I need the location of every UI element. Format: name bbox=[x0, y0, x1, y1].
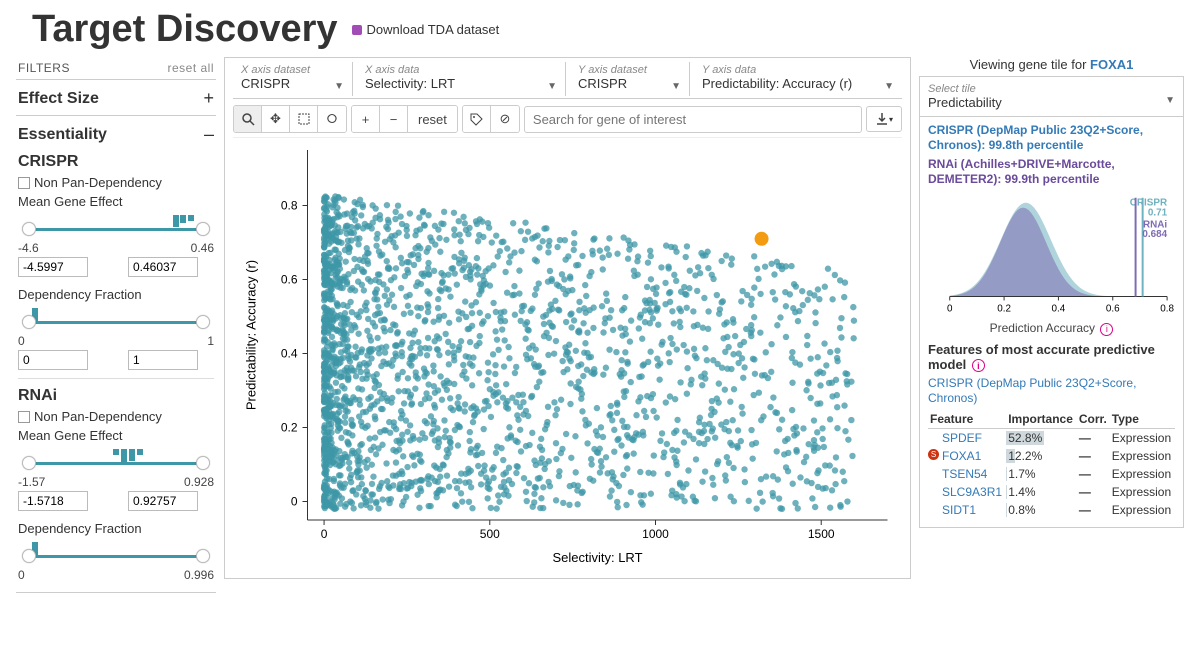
chevron-down-icon: ▼ bbox=[671, 81, 681, 92]
zoom-out-button[interactable]: − bbox=[380, 106, 408, 132]
table-row[interactable]: SPDEF52.8%—Expression bbox=[928, 429, 1175, 448]
download-plot-button[interactable]: ▾ bbox=[866, 106, 902, 132]
svg-text:0.684: 0.684 bbox=[1142, 229, 1167, 240]
svg-text:0.71: 0.71 bbox=[1148, 207, 1168, 218]
svg-text:0.6: 0.6 bbox=[281, 273, 298, 287]
crispr-mge-max-input[interactable] bbox=[128, 257, 198, 277]
rnai-dep-label: Dependency Fraction bbox=[18, 521, 214, 536]
x-dataset-select[interactable]: X axis dataset CRISPR ▼ bbox=[233, 62, 353, 96]
filters-title: FILTERS bbox=[18, 61, 70, 75]
svg-text:0.8: 0.8 bbox=[1160, 303, 1174, 314]
svg-text:0.2: 0.2 bbox=[281, 421, 298, 435]
minus-icon: – bbox=[204, 124, 214, 145]
svg-text:1000: 1000 bbox=[642, 527, 669, 541]
section-effect-size[interactable]: Effect Size + bbox=[16, 86, 216, 111]
svg-text:Predictability: Accuracy (r): Predictability: Accuracy (r) bbox=[244, 260, 259, 410]
feature-gene[interactable]: TSEN54 bbox=[928, 465, 1006, 483]
crispr-percentile-link[interactable]: CRISPR (DepMap Public 23Q2+Score, Chrono… bbox=[928, 123, 1175, 153]
main-panel: X axis dataset CRISPR ▼ X axis data Sele… bbox=[224, 57, 911, 579]
svg-text:0.4: 0.4 bbox=[281, 347, 298, 361]
rnai-mge-slider[interactable] bbox=[18, 449, 214, 477]
y-dataset-select[interactable]: Y axis dataset CRISPR ▼ bbox=[570, 62, 690, 96]
zoom-reset-button[interactable]: reset bbox=[408, 106, 457, 132]
rnai-percentile-link[interactable]: RNAi (Achilles+DRIVE+Marcotte, DEMETER2)… bbox=[928, 157, 1175, 187]
zoom-tool[interactable] bbox=[234, 106, 262, 132]
filters-reset[interactable]: reset all bbox=[167, 61, 214, 75]
svg-text:0: 0 bbox=[947, 303, 953, 314]
rnai-label: RNAi bbox=[18, 387, 214, 405]
svg-text:0.8: 0.8 bbox=[281, 199, 298, 213]
svg-text:0: 0 bbox=[291, 495, 298, 509]
info-icon[interactable]: i bbox=[1100, 323, 1113, 336]
svg-text:Selectivity: LRT: Selectivity: LRT bbox=[552, 550, 642, 565]
svg-text:0.6: 0.6 bbox=[1106, 303, 1120, 314]
feature-gene[interactable]: FOXA1 bbox=[928, 447, 1006, 465]
rnai-mge-min-input[interactable] bbox=[18, 491, 88, 511]
select-tool[interactable] bbox=[290, 106, 318, 132]
download-icon bbox=[352, 25, 362, 35]
rnai-dep-slider[interactable] bbox=[18, 542, 214, 570]
info-icon[interactable]: i bbox=[972, 359, 985, 372]
feature-gene[interactable]: SLC9A3R1 bbox=[928, 483, 1006, 501]
chevron-down-icon: ▼ bbox=[884, 81, 894, 92]
table-row[interactable]: FOXA112.2%—Expression bbox=[928, 447, 1175, 465]
density-xlabel: Prediction Accuracy i bbox=[928, 321, 1175, 336]
lasso-tool[interactable]: ⭘ bbox=[318, 106, 346, 132]
features-title: Features of most accurate predictive mod… bbox=[928, 342, 1175, 373]
chevron-down-icon: ▼ bbox=[334, 81, 344, 92]
crispr-dep-max-input[interactable] bbox=[128, 350, 198, 370]
rnai-mge-max-input[interactable] bbox=[128, 491, 198, 511]
features-table: FeatureImportanceCorr.TypeSPDEF52.8%—Exp… bbox=[928, 410, 1175, 519]
tag-tool[interactable] bbox=[463, 106, 491, 132]
y-data-select[interactable]: Y axis data Predictability: Accuracy (r)… bbox=[694, 62, 902, 96]
svg-text:0.2: 0.2 bbox=[997, 303, 1011, 314]
chevron-down-icon: ▼ bbox=[1165, 95, 1175, 106]
download-link-label: Download TDA dataset bbox=[367, 22, 500, 37]
crispr-dep-label: Dependency Fraction bbox=[18, 287, 214, 302]
chevron-down-icon: ▼ bbox=[547, 81, 557, 92]
crispr-mge-label: Mean Gene Effect bbox=[18, 194, 214, 209]
crispr-nonpan-checkbox[interactable]: Non Pan-Dependency bbox=[18, 175, 214, 190]
feature-gene[interactable]: SPDEF bbox=[928, 429, 1006, 448]
svg-text:500: 500 bbox=[480, 527, 500, 541]
svg-text:0: 0 bbox=[321, 527, 328, 541]
svg-text:0.4: 0.4 bbox=[1052, 303, 1066, 314]
pan-tool[interactable]: ✥ bbox=[262, 106, 290, 132]
plus-icon: + bbox=[203, 88, 214, 109]
right-panel: Viewing gene tile for FOXA1 Select tile … bbox=[919, 57, 1184, 528]
feature-gene[interactable]: SIDT1 bbox=[928, 501, 1006, 519]
table-row[interactable]: SLC9A3R11.4%—Expression bbox=[928, 483, 1175, 501]
clear-tool[interactable]: ⊘ bbox=[491, 106, 519, 132]
section-essentiality[interactable]: Essentiality – bbox=[16, 122, 216, 147]
filters-panel: FILTERS reset all Effect Size + Essentia… bbox=[16, 57, 216, 593]
rnai-nonpan-checkbox[interactable]: Non Pan-Dependency bbox=[18, 409, 214, 424]
crispr-dep-slider[interactable] bbox=[18, 308, 214, 336]
svg-text:1500: 1500 bbox=[808, 527, 835, 541]
table-row[interactable]: SIDT10.8%—Expression bbox=[928, 501, 1175, 519]
crispr-mge-slider[interactable] bbox=[18, 215, 214, 243]
density-plot: 00.20.40.60.8CRISPR0.71RNAi0.684 bbox=[928, 191, 1175, 321]
download-link[interactable]: Download TDA dataset bbox=[352, 22, 500, 37]
zoom-in-button[interactable]: + bbox=[352, 106, 380, 132]
crispr-dep-min-input[interactable] bbox=[18, 350, 88, 370]
rnai-mge-label: Mean Gene Effect bbox=[18, 428, 214, 443]
checkbox-icon bbox=[18, 177, 30, 189]
features-subtitle-link[interactable]: CRISPR (DepMap Public 23Q2+Score, Chrono… bbox=[928, 376, 1175, 406]
checkbox-icon bbox=[18, 411, 30, 423]
table-row[interactable]: TSEN541.7%—Expression bbox=[928, 465, 1175, 483]
scatter-plot[interactable]: 0 500 1000 1500 0 0.2 0.4 0.6 0.8 Selectivity: LR… bbox=[233, 140, 902, 570]
x-data-select[interactable]: X axis data Selectivity: LRT ▼ bbox=[357, 62, 566, 96]
select-tile-dropdown[interactable]: Select tile Predictability▼ bbox=[928, 83, 1175, 110]
gene-search-input[interactable] bbox=[524, 106, 862, 133]
viewing-gene-title: Viewing gene tile for FOXA1 bbox=[919, 57, 1184, 72]
crispr-mge-min-input[interactable] bbox=[18, 257, 88, 277]
crispr-label: CRISPR bbox=[18, 153, 214, 171]
page-title: Target Discovery bbox=[32, 8, 338, 51]
